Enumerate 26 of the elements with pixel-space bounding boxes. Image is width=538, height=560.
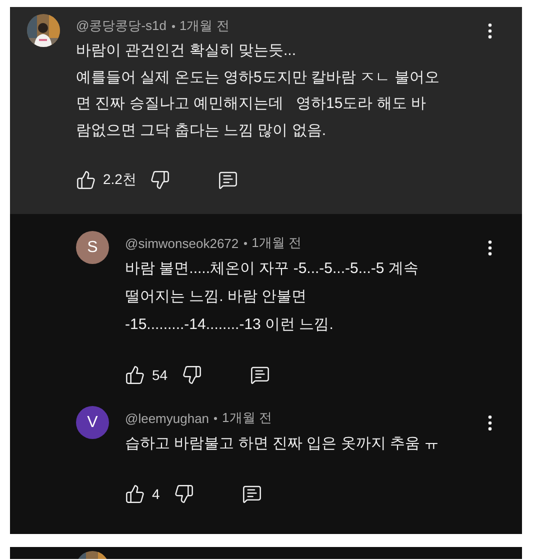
- separator-dot: [214, 416, 218, 420]
- reply-button[interactable]: [250, 365, 270, 385]
- like-button[interactable]: [76, 170, 96, 190]
- comment-text: 바람 불면.....체온이 자꾸 -5...-5...-5...-5 계속 떨어지는 느낌. 바람 안불면 -15.........-14........-13 이런 느낌.: [125, 259, 420, 335]
- avatar[interactable]: V: [76, 406, 109, 439]
- separator-dot: [172, 24, 174, 28]
- like-count: 54: [152, 367, 168, 383]
- reply-button[interactable]: [242, 484, 262, 504]
- like-button[interactable]: [125, 365, 145, 385]
- like-count: 2.2천: [103, 171, 136, 189]
- username[interactable]: @leemyughan: [125, 410, 210, 426]
- dislike-button[interactable]: [150, 170, 170, 190]
- dislike-button[interactable]: [182, 365, 202, 385]
- avatar[interactable]: S: [76, 231, 109, 264]
- like-count: 4: [152, 486, 160, 502]
- separator-dot: [244, 242, 247, 244]
- timestamp[interactable]: 1개월 전: [252, 234, 302, 252]
- reply-button[interactable]: [218, 170, 238, 190]
- dislike-button[interactable]: [174, 484, 194, 504]
- timestamp[interactable]: 1개월 전: [180, 17, 230, 35]
- comment-text: 바람이 관건인건 확실히 맞는듯... 예를들어 실제 온도는 영하5도지만 칼바람 ㅈㄴ 불어오 면 진짜 승질나고 예민해지는데 영하15도라 해도 바 람없으면 그닥 춥다는 느낌 많이 없음.: [76, 41, 440, 140]
- username[interactable]: @콩당콩당-s1d: [76, 17, 166, 35]
- comment-text: 습하고 바람불고 하면 진짜 입은 옷까지 추움 ㅠ: [125, 434, 440, 454]
- timestamp[interactable]: 1개월 전: [222, 409, 272, 427]
- like-button[interactable]: [125, 484, 145, 504]
- username[interactable]: @simwonseok2672: [125, 236, 239, 250]
